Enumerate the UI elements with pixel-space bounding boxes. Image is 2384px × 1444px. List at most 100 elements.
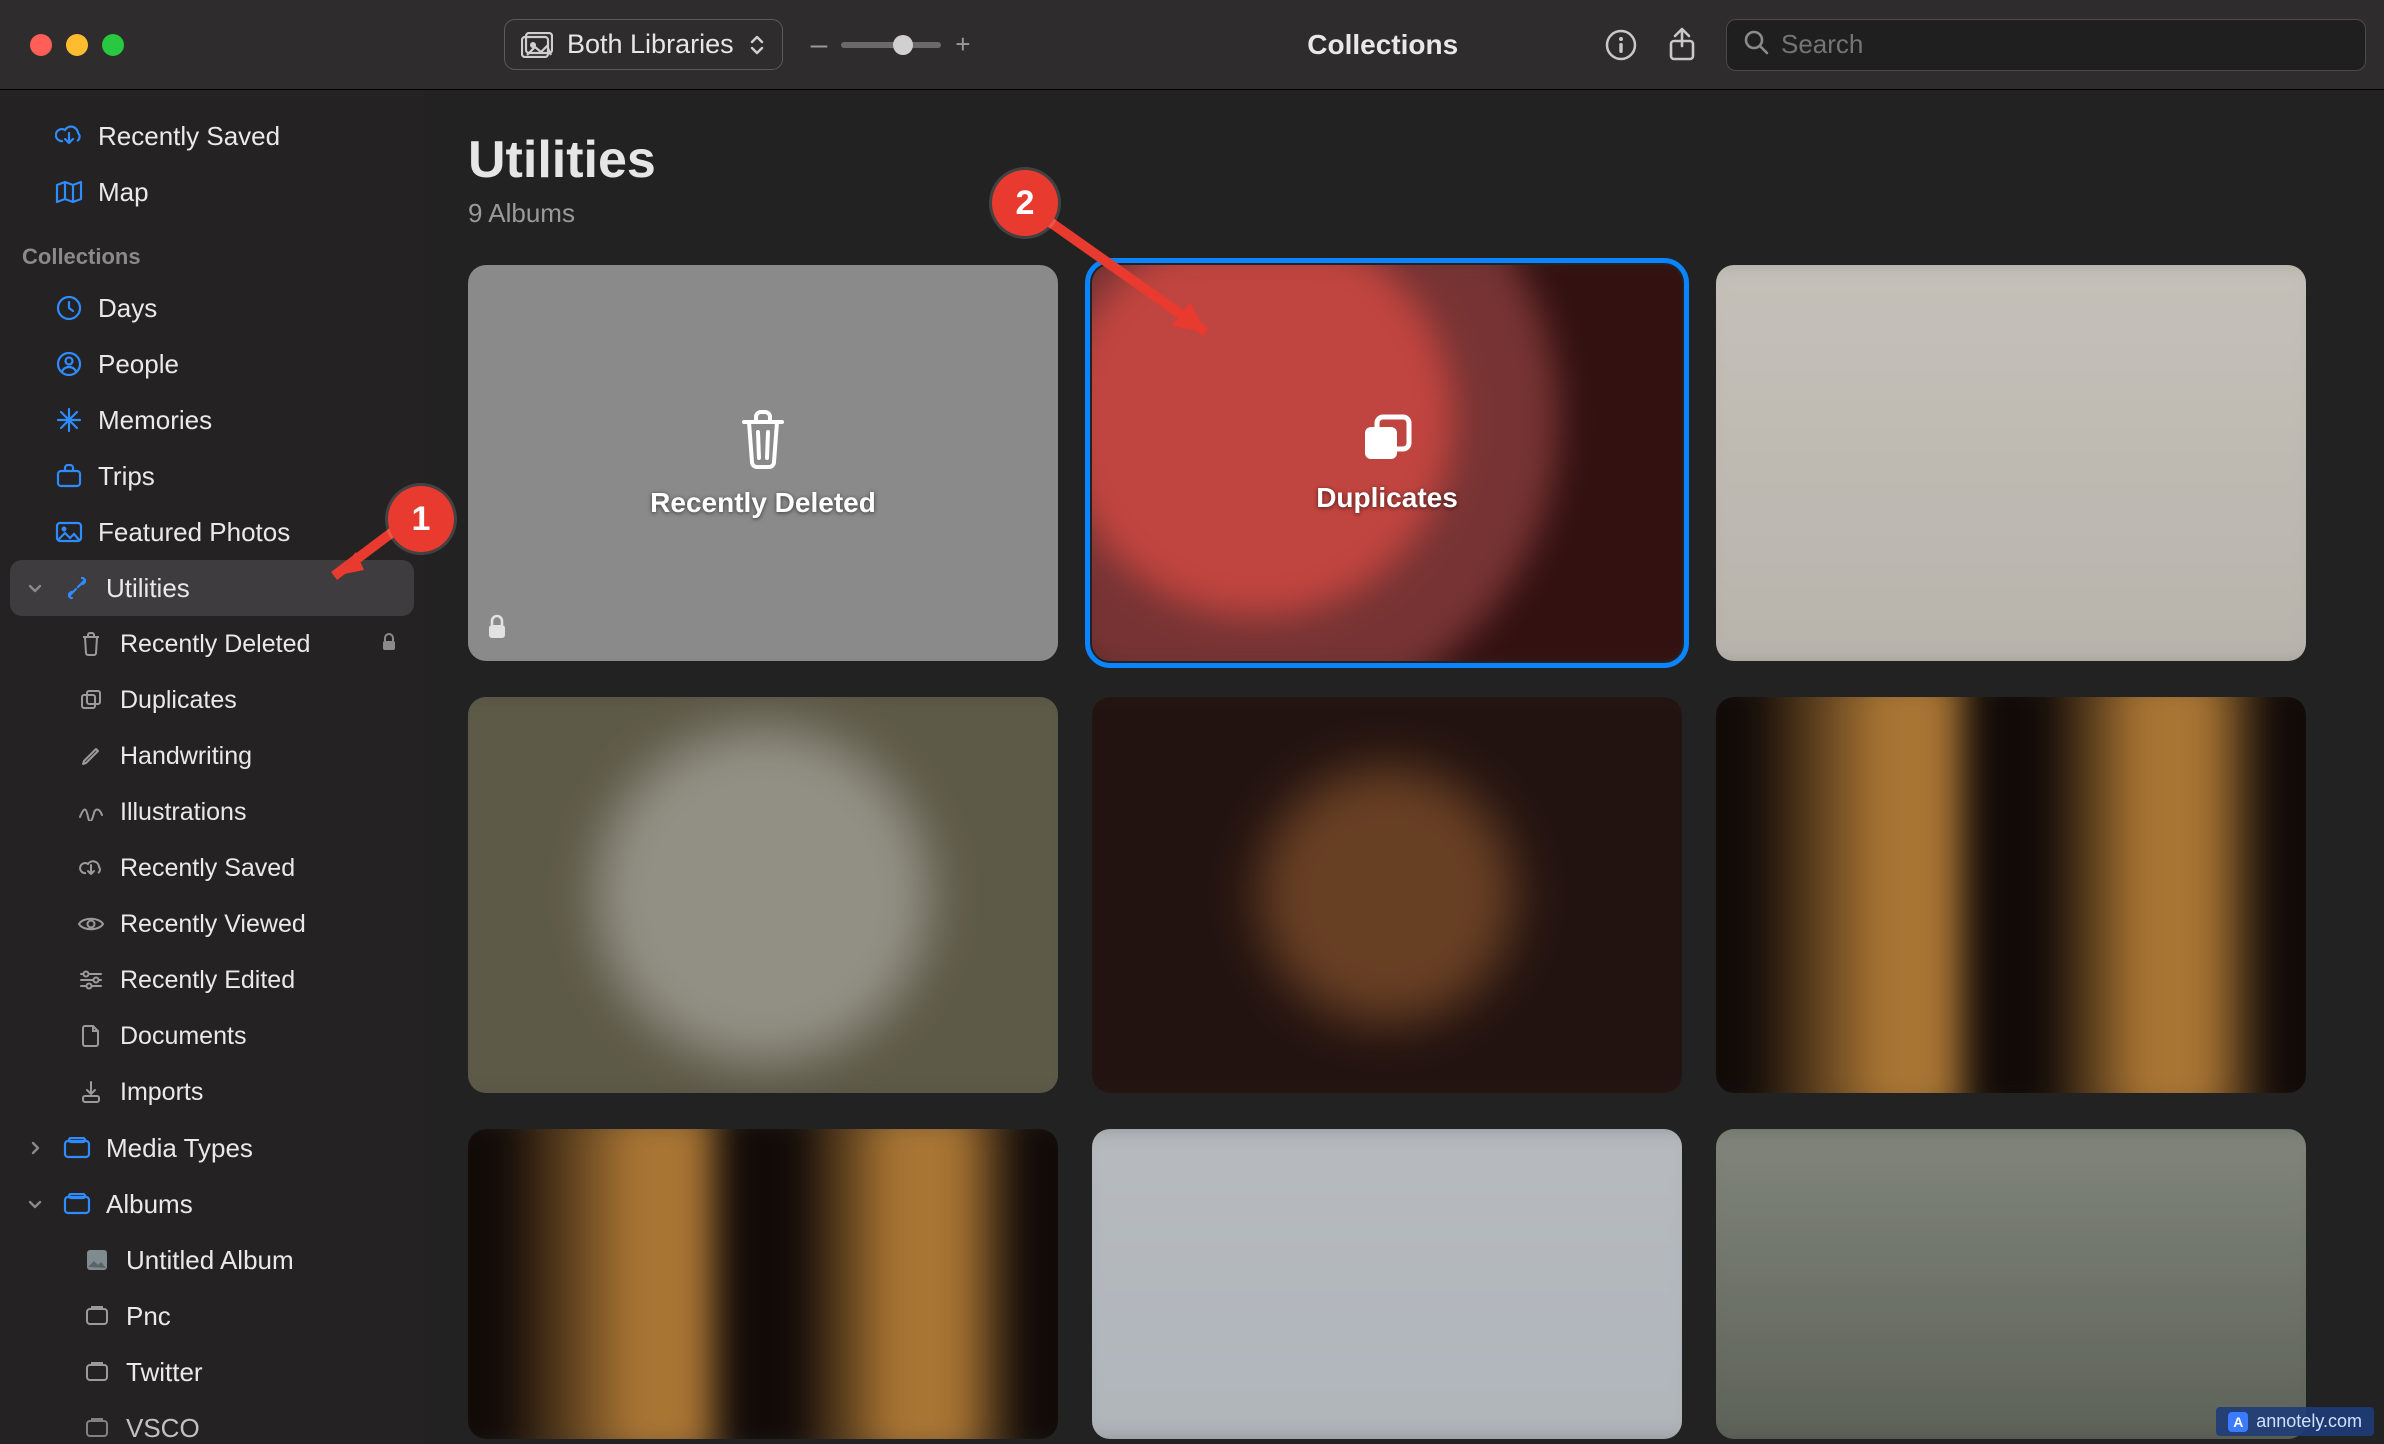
sidebar-item-label: Recently Viewed bbox=[120, 910, 306, 939]
clock-icon bbox=[54, 295, 84, 321]
sidebar-item-album-pnc[interactable]: Pnc bbox=[10, 1288, 414, 1344]
sidebar-item-label: Days bbox=[98, 293, 157, 324]
sidebar-item-label: Documents bbox=[120, 1022, 246, 1051]
star-burst-icon bbox=[54, 407, 84, 433]
album-card[interactable] bbox=[1716, 265, 2306, 661]
album-thumb-icon bbox=[82, 1248, 112, 1272]
page-title: Utilities bbox=[468, 130, 2340, 190]
cloud-down-icon bbox=[76, 858, 106, 878]
trash-icon bbox=[76, 632, 106, 656]
zoom-in-button[interactable]: + bbox=[955, 29, 970, 60]
zoom-slider[interactable] bbox=[841, 42, 941, 48]
sidebar-item-label: Utilities bbox=[106, 573, 190, 604]
sidebar-item-label: Recently Edited bbox=[120, 966, 295, 995]
sidebar-item-albums[interactable]: Albums bbox=[10, 1176, 414, 1232]
image-icon bbox=[54, 521, 84, 543]
sidebar-item-label: Imports bbox=[120, 1078, 203, 1107]
lock-icon bbox=[486, 614, 508, 645]
sidebar-item-label: Illustrations bbox=[120, 798, 246, 827]
sidebar-item-label: Duplicates bbox=[120, 686, 237, 715]
sidebar-item-label: VSCO bbox=[126, 1413, 200, 1444]
album-recently-deleted[interactable]: Recently Deleted bbox=[468, 265, 1058, 661]
suitcase-icon bbox=[54, 464, 84, 488]
albums-grid: Recently Deleted Duplicates bbox=[468, 265, 2340, 1439]
folder-albums-icon bbox=[62, 1193, 92, 1215]
sidebar-item-label: Recently Saved bbox=[98, 121, 280, 152]
sidebar-item-map[interactable]: Map bbox=[10, 164, 414, 220]
album-card[interactable] bbox=[1716, 697, 2306, 1093]
chevron-down-icon[interactable] bbox=[22, 579, 48, 597]
info-button[interactable] bbox=[1604, 28, 1638, 62]
up-down-chevron-icon bbox=[748, 33, 766, 57]
sidebar-item-handwriting[interactable]: Handwriting bbox=[10, 728, 414, 784]
sidebar-item-illustrations[interactable]: Illustrations bbox=[10, 784, 414, 840]
sidebar-item-album-vsco[interactable]: VSCO bbox=[10, 1400, 414, 1444]
album-card[interactable] bbox=[1092, 1129, 1682, 1439]
zoom-slider-knob[interactable] bbox=[893, 35, 913, 55]
sidebar-item-recently-saved[interactable]: Recently Saved bbox=[10, 108, 414, 164]
import-icon bbox=[76, 1080, 106, 1104]
sidebar-item-label: Albums bbox=[106, 1189, 193, 1220]
duplicate-icon bbox=[76, 688, 106, 712]
eye-icon bbox=[76, 915, 106, 933]
duplicate-icon bbox=[1359, 413, 1415, 470]
zoom-out-button[interactable]: – bbox=[811, 28, 828, 62]
sidebar-item-recently-viewed[interactable]: Recently Viewed bbox=[10, 896, 414, 952]
sidebar-item-label: Map bbox=[98, 177, 149, 208]
album-card[interactable] bbox=[468, 697, 1058, 1093]
page-subtitle: 9 Albums bbox=[468, 198, 2340, 229]
minimize-window-button[interactable] bbox=[66, 34, 88, 56]
search-field[interactable] bbox=[1726, 19, 2366, 71]
sidebar-item-documents[interactable]: Documents bbox=[10, 1008, 414, 1064]
share-button[interactable] bbox=[1666, 26, 1698, 64]
chevron-down-icon[interactable] bbox=[22, 1195, 48, 1213]
pencil-icon bbox=[76, 745, 106, 767]
sidebar-item-trips[interactable]: Trips bbox=[10, 448, 414, 504]
album-card[interactable] bbox=[1716, 1129, 2306, 1439]
sidebar-item-days[interactable]: Days bbox=[10, 280, 414, 336]
sidebar-item-label: People bbox=[98, 349, 179, 380]
sidebar-item-label: Recently Deleted bbox=[120, 630, 310, 659]
sidebar-item-duplicates[interactable]: Duplicates bbox=[10, 672, 414, 728]
annotely-logo-icon: A bbox=[2228, 1412, 2248, 1432]
annotation-badge-1: 1 bbox=[388, 486, 454, 552]
sidebar-item-label: Pnc bbox=[126, 1301, 171, 1332]
album-card[interactable] bbox=[1092, 697, 1682, 1093]
sidebar-item-label: Trips bbox=[98, 461, 155, 492]
library-picker-label: Both Libraries bbox=[567, 29, 734, 60]
sidebar-item-people[interactable]: People bbox=[10, 336, 414, 392]
watermark: A annotely.com bbox=[2216, 1407, 2374, 1436]
sidebar-item-recently-edited[interactable]: Recently Edited bbox=[10, 952, 414, 1008]
cloud-down-icon bbox=[54, 125, 84, 147]
chevron-right-icon[interactable] bbox=[22, 1139, 48, 1157]
window-controls bbox=[30, 34, 124, 56]
album-label: Duplicates bbox=[1316, 482, 1458, 514]
annotation-badge-2: 2 bbox=[992, 170, 1058, 236]
sidebar: Recently Saved Map Collections Days Peop… bbox=[0, 90, 424, 1444]
sidebar-item-media-types[interactable]: Media Types bbox=[10, 1120, 414, 1176]
album-label: Recently Deleted bbox=[650, 487, 876, 519]
document-icon bbox=[76, 1024, 106, 1048]
sidebar-item-recently-deleted[interactable]: Recently Deleted bbox=[10, 616, 414, 672]
sidebar-item-label: Handwriting bbox=[120, 742, 252, 771]
sidebar-section-collections: Collections bbox=[0, 220, 424, 280]
album-card[interactable] bbox=[468, 1129, 1058, 1439]
sidebar-item-imports[interactable]: Imports bbox=[10, 1064, 414, 1120]
sidebar-item-label: Media Types bbox=[106, 1133, 253, 1164]
sidebar-item-album-twitter[interactable]: Twitter bbox=[10, 1344, 414, 1400]
library-picker[interactable]: Both Libraries bbox=[504, 19, 783, 70]
titlebar: Both Libraries – + Collections bbox=[0, 0, 2384, 90]
search-icon bbox=[1743, 29, 1769, 60]
main-content: Utilities 9 Albums Recently Deleted Dupl… bbox=[424, 90, 2384, 1444]
search-input[interactable] bbox=[1781, 29, 2349, 60]
sidebar-item-memories[interactable]: Memories bbox=[10, 392, 414, 448]
sidebar-item-album-untitled[interactable]: Untitled Album bbox=[10, 1232, 414, 1288]
map-icon bbox=[54, 180, 84, 204]
fullscreen-window-button[interactable] bbox=[102, 34, 124, 56]
lock-icon bbox=[380, 630, 398, 659]
folder-media-icon bbox=[62, 1137, 92, 1159]
album-icon bbox=[82, 1418, 112, 1438]
close-window-button[interactable] bbox=[30, 34, 52, 56]
sidebar-item-label: Featured Photos bbox=[98, 517, 290, 548]
sidebar-item-recently-saved-util[interactable]: Recently Saved bbox=[10, 840, 414, 896]
